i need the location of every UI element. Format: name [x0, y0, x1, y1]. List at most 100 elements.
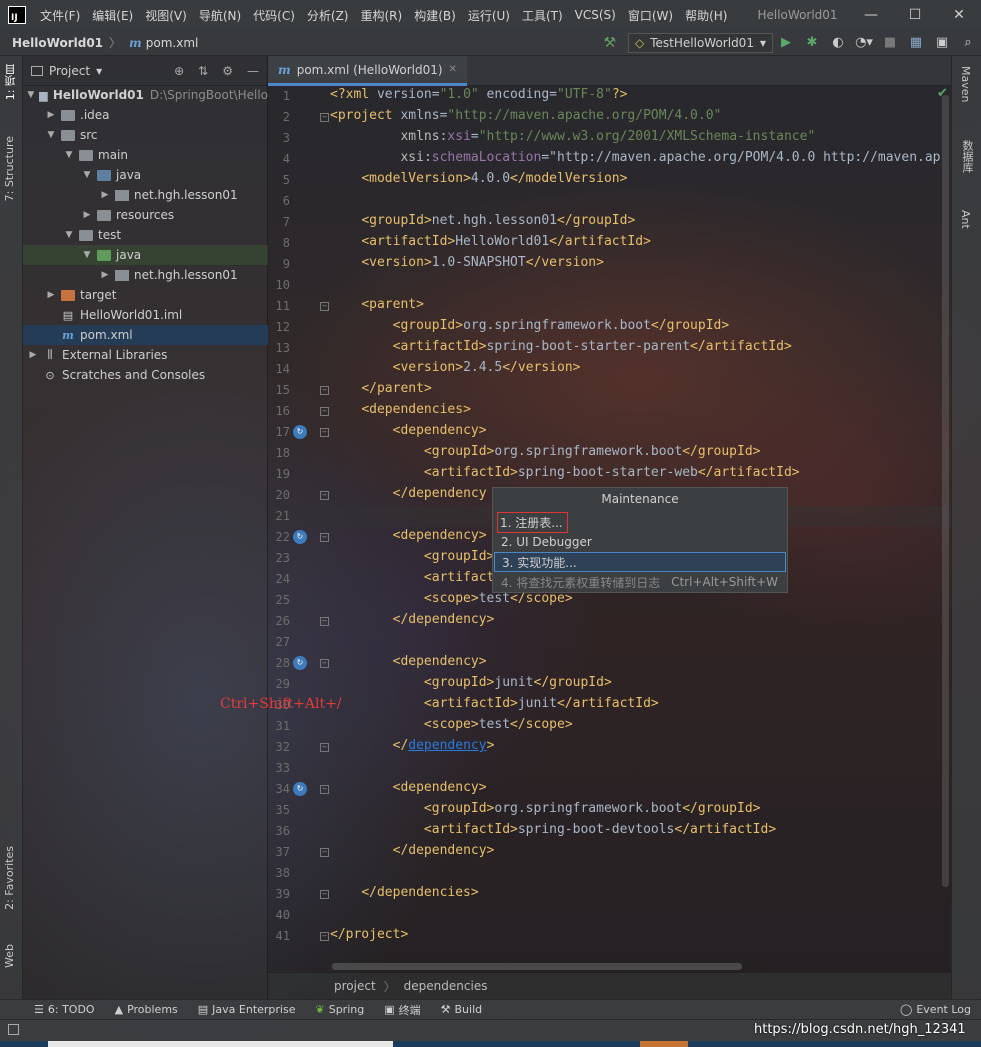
code-line[interactable]: <groupId>org.springframework.boot</group… — [330, 318, 730, 333]
code-line[interactable]: <version>2.4.5</version> — [330, 360, 581, 375]
project-panel-title[interactable]: Project — [49, 64, 90, 78]
code-line[interactable]: <modelVersion>4.0.0</modelVersion> — [330, 171, 627, 186]
profile-icon[interactable]: ◔▾ — [851, 35, 877, 50]
code-line[interactable]: <dependency> — [330, 528, 487, 543]
close-icon[interactable]: ✕ — [449, 64, 457, 75]
code-line[interactable]: </project> — [330, 927, 408, 942]
fold-marker-icon[interactable]: − — [320, 386, 329, 395]
collapse-arrow-icon[interactable]: ▶ — [45, 110, 57, 120]
menu-refactor[interactable]: 重构(R) — [355, 7, 409, 24]
tool-windows-toggle-icon[interactable] — [8, 1024, 19, 1035]
code-line[interactable]: <groupId>tId> — [330, 549, 787, 564]
tab-favorites[interactable]: 2: Favorites — [3, 846, 16, 910]
code-line[interactable]: </dependencies> — [330, 885, 478, 900]
code-line[interactable]: <project xmlns="http://maven.apache.org/… — [330, 108, 721, 123]
vertical-scrollbar[interactable] — [942, 95, 949, 887]
collapse-arrow-icon[interactable]: ▶ — [99, 190, 111, 200]
menu-help[interactable]: 帮助(H) — [679, 7, 733, 24]
fold-marker-icon[interactable]: − — [320, 491, 329, 500]
tab-java-enterprise[interactable]: ▤ Java Enterprise — [188, 1003, 306, 1016]
code-line[interactable]: <dependency> — [330, 423, 487, 438]
debug-icon[interactable]: ✱ — [799, 35, 825, 50]
code-line[interactable]: <parent> — [330, 297, 424, 312]
expand-arrow-icon[interactable]: ▼ — [81, 250, 93, 260]
collapse-arrow-icon[interactable]: ▶ — [45, 290, 57, 300]
code-line[interactable]: <artifactId>spring-boot-starter-parent</… — [330, 339, 792, 354]
popup-item-dump-weights[interactable]: 4. 将查找元素权重转储到日志 Ctrl+Alt+Shift+W — [494, 572, 786, 592]
project-structure-icon[interactable]: ▦ — [903, 35, 929, 50]
menu-navigate[interactable]: 导航(N) — [193, 7, 247, 24]
minimize-icon[interactable]: — — [849, 7, 893, 23]
tree-item[interactable]: ▼ test — [23, 225, 268, 245]
tree-item[interactable]: m pom.xml — [23, 325, 268, 345]
menu-file[interactable]: 文件(F) — [34, 7, 86, 24]
code-line[interactable]: <scope>test</scope> — [330, 591, 573, 606]
code-line[interactable]: <?xml version="1.0" encoding="UTF-8"?> — [330, 87, 627, 102]
menu-window[interactable]: 窗口(W) — [622, 7, 679, 24]
fold-marker-icon[interactable]: − — [320, 428, 329, 437]
hide-icon[interactable]: — — [247, 64, 259, 78]
gear-icon[interactable]: ⚙ — [222, 64, 233, 78]
dependency-gutter-icon[interactable]: ↻ — [293, 656, 307, 670]
chevron-down-icon[interactable]: ▾ — [96, 64, 102, 78]
tab-project[interactable]: 1: 项目 — [3, 64, 19, 100]
code-line[interactable]: xsi:schemaLocation="http://maven.apache.… — [330, 150, 940, 165]
code-line[interactable]: <artifact — [330, 570, 494, 585]
code-line[interactable]: <version>1.0-SNAPSHOT</version> — [330, 255, 604, 270]
collapse-all-icon[interactable]: ⇅ — [198, 64, 208, 78]
build-hammer-icon[interactable]: ⚒ — [603, 35, 616, 51]
menu-edit[interactable]: 编辑(E) — [86, 7, 139, 24]
fold-marker-icon[interactable]: − — [320, 890, 329, 899]
code-line[interactable]: xmlns:xsi="http://www.w3.org/2001/XMLSch… — [330, 129, 815, 144]
tab-event-log[interactable]: ◯ Event Log — [890, 1003, 981, 1016]
tab-database[interactable]: 数据库 — [959, 140, 975, 173]
tree-item[interactable]: ▼ main — [23, 145, 268, 165]
code-line[interactable]: <dependency> — [330, 780, 487, 795]
fold-marker-icon[interactable]: − — [320, 659, 329, 668]
tab-spring[interactable]: ❦ Spring — [306, 1003, 375, 1016]
expand-arrow-icon[interactable]: ▼ — [63, 150, 75, 160]
code-line[interactable]: <dependency> — [330, 654, 487, 669]
run-icon[interactable]: ▶ — [773, 35, 799, 50]
tree-item[interactable]: ▶ net.hgh.lesson01 — [23, 265, 268, 285]
tree-item[interactable]: ▶ target — [23, 285, 268, 305]
dependency-gutter-icon[interactable]: ↻ — [293, 530, 307, 544]
dependency-gutter-icon[interactable]: ↻ — [293, 782, 307, 796]
search-icon[interactable]: ⌕ — [955, 35, 981, 50]
close-icon[interactable]: ✕ — [937, 7, 981, 23]
code-line[interactable]: <groupId>net.hgh.lesson01</groupId> — [330, 213, 635, 228]
code-line[interactable]: <artifactId>spring-boot-devtools</artifa… — [330, 822, 776, 837]
code-line[interactable]: </dependency> — [330, 843, 495, 858]
fold-marker-icon[interactable]: − — [320, 848, 329, 857]
popup-item-registry[interactable]: 1. 注册表... — [494, 511, 786, 533]
menu-code[interactable]: 代码(C) — [247, 7, 301, 24]
collapse-arrow-icon[interactable]: ▶ — [81, 210, 93, 220]
tree-item[interactable]: ▼ src — [23, 125, 268, 145]
menu-analyze[interactable]: 分析(Z) — [301, 7, 355, 24]
code-line[interactable]: <groupId>org.springframework.boot</group… — [330, 801, 761, 816]
tab-maven[interactable]: Maven — [959, 66, 972, 102]
breadcrumb-dependencies[interactable]: dependencies — [404, 979, 488, 993]
expand-arrow-icon[interactable]: ▼ — [63, 230, 75, 240]
tab-terminal[interactable]: ▣ 终端 — [374, 1002, 430, 1018]
nav-project[interactable]: HelloWorld01 — [0, 36, 109, 50]
tab-web[interactable]: Web — [3, 944, 16, 968]
tree-item[interactable]: ▶ ⫼ External Libraries — [23, 345, 268, 365]
tree-item[interactable]: ▼ java — [23, 245, 268, 265]
expand-arrow-icon[interactable]: ▼ — [45, 130, 57, 140]
tab-structure[interactable]: 7: Structure — [3, 136, 16, 201]
taskbar-search[interactable] — [48, 1041, 393, 1047]
tree-item[interactable]: ▼ java — [23, 165, 268, 185]
fold-marker-icon[interactable]: − — [320, 113, 329, 122]
code-line[interactable]: <artifactId>spring-boot-starter-web</art… — [330, 465, 800, 480]
code-line[interactable]: <artifactId>junit</artifactId> — [330, 696, 659, 711]
tree-item[interactable]: ▶ resources — [23, 205, 268, 225]
tree-item[interactable]: ▼ ▆ HelloWorld01 D:\SpringBoot\Hello — [23, 85, 268, 105]
code-line[interactable]: </dependency> — [330, 738, 495, 753]
nav-file[interactable]: pom.xml — [146, 36, 199, 50]
menu-build[interactable]: 构建(B) — [408, 7, 462, 24]
tab-build[interactable]: ⚒ Build — [431, 1003, 493, 1016]
fold-marker-icon[interactable]: − — [320, 785, 329, 794]
menu-run[interactable]: 运行(U) — [462, 7, 516, 24]
breadcrumb-project[interactable]: project — [334, 979, 376, 993]
